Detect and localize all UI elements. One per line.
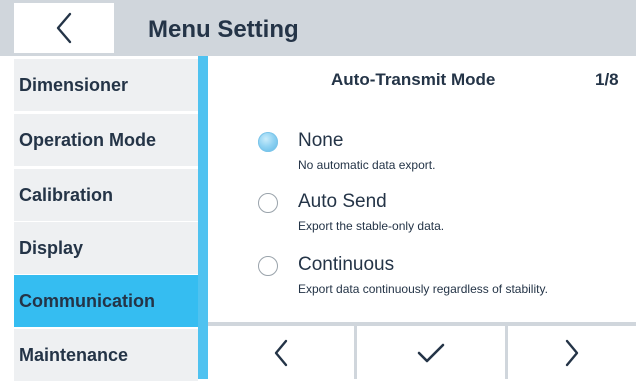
sidebar-item-dimensioner[interactable]: Dimensioner — [14, 59, 198, 111]
option-description: Export data continuously regardless of s… — [298, 282, 548, 296]
sidebar-item-communication[interactable]: Communication — [14, 275, 198, 327]
sidebar-item-operation-mode[interactable]: Operation Mode — [14, 114, 198, 166]
page-title: Menu Setting — [148, 16, 299, 43]
sidebar-item-label: Operation Mode — [19, 129, 157, 150]
radio-button[interactable] — [258, 193, 278, 213]
sidebar-item-label: Dimensioner — [19, 74, 129, 95]
sidebar-item-display[interactable]: Display — [14, 222, 198, 274]
next-button[interactable] — [508, 326, 636, 379]
checkmark-icon — [417, 343, 445, 362]
option-description: No automatic data export. — [298, 158, 436, 172]
radio-button-selected[interactable] — [258, 132, 278, 152]
option-label: Auto Send — [298, 191, 387, 212]
page-indicator: 1/8 — [595, 70, 619, 89]
sidebar-item-label: Communication — [19, 290, 156, 311]
sidebar-item-label: Display — [19, 237, 84, 258]
header-bar: Menu Setting — [0, 0, 636, 56]
previous-button[interactable] — [208, 326, 354, 379]
chevron-right-icon — [565, 339, 579, 366]
option-label: None — [298, 130, 344, 151]
panel-title: Auto-Transmit Mode — [331, 70, 496, 89]
option-description: Export the stable-only data. — [298, 219, 445, 233]
settings-panel: Auto-Transmit Mode 1/8 None No automatic… — [208, 56, 636, 322]
app-window: Menu Setting Dimensioner Operation Mode … — [0, 0, 636, 381]
chevron-left-icon — [56, 12, 72, 44]
radio-button[interactable] — [258, 256, 278, 276]
sidebar-item-calibration[interactable]: Calibration — [14, 169, 198, 221]
option-label: Continuous — [298, 254, 395, 275]
sidebar: Dimensioner Operation Mode Calibration D… — [14, 59, 198, 381]
sidebar-item-label: Calibration — [19, 184, 114, 205]
confirm-button[interactable] — [357, 326, 505, 379]
chevron-left-icon — [274, 339, 288, 366]
sidebar-item-label: Maintenance — [19, 344, 129, 365]
back-button[interactable] — [14, 3, 114, 53]
window-edge — [636, 0, 644, 379]
bottom-toolbar — [208, 322, 636, 379]
sidebar-accent-bar — [198, 56, 208, 379]
sidebar-item-maintenance[interactable]: Maintenance — [14, 329, 198, 381]
